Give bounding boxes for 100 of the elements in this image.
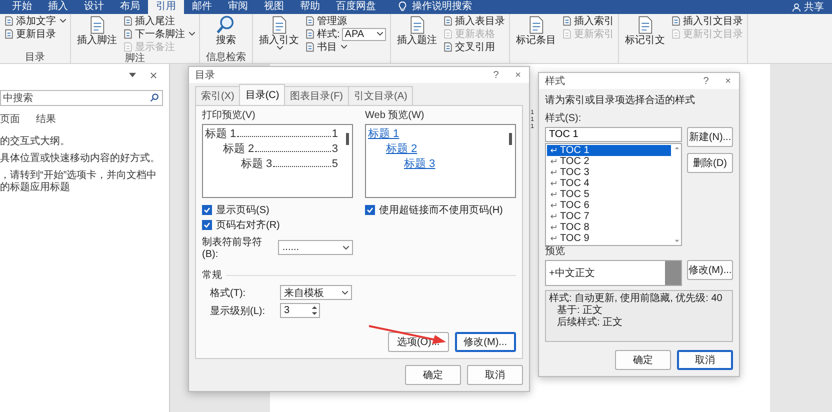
document-icon xyxy=(123,29,133,39)
style-list-item[interactable]: TOC 7 xyxy=(547,211,671,222)
help-button[interactable]: ? xyxy=(695,76,717,86)
dialog-button[interactable]: 取消 xyxy=(467,365,523,385)
preview-link[interactable]: 标题 2 xyxy=(386,142,418,157)
ribbon-button[interactable]: 下一条脚注 xyxy=(123,28,195,40)
dialog-button[interactable]: 新建(N)... xyxy=(687,127,733,147)
style-list-item[interactable]: TOC 3 xyxy=(547,167,671,178)
scrollbar-thumb[interactable] xyxy=(509,133,512,145)
ribbon-button[interactable]: 书目 xyxy=(305,41,386,53)
navigation-tab[interactable]: 结果 xyxy=(36,112,56,126)
style-list-item[interactable]: TOC 5 xyxy=(547,189,671,200)
dialog-title: 目录 xyxy=(195,69,216,82)
spin-up-icon[interactable] xyxy=(311,305,318,310)
close-icon[interactable] xyxy=(150,72,157,78)
caret-icon xyxy=(342,290,348,294)
preview-page-number: 5 xyxy=(332,157,338,172)
ribbon-button[interactable]: 管理源 xyxy=(305,15,386,27)
style-label: 样式: xyxy=(317,28,340,41)
instruction-text: 请为索引或目录项选择合适的样式 xyxy=(545,95,696,107)
preview-link[interactable]: 标题 1 xyxy=(368,127,400,142)
scroll-up-icon[interactable] xyxy=(674,146,680,150)
style-list-item[interactable]: TOC 1 xyxy=(547,145,671,156)
dialog-title: 样式 xyxy=(545,74,566,88)
levels-label: 显示级别(L): xyxy=(210,304,266,318)
dialog-button[interactable]: 确定 xyxy=(615,350,671,370)
format-select[interactable]: 来自模板 xyxy=(280,285,352,300)
dialog-button[interactable]: 确定 xyxy=(405,365,461,385)
return-arrow-icon xyxy=(550,159,557,164)
ribbon-button[interactable]: 搜索 xyxy=(204,15,248,46)
description-line: 后续样式: 正文 xyxy=(556,317,624,329)
navigation-hint-text: 具体位置或快速移动内容的好方式。 xyxy=(0,153,161,165)
scroll-down-icon[interactable] xyxy=(674,239,680,243)
preview-page-number: 3 xyxy=(332,142,338,157)
close-button[interactable]: × xyxy=(507,70,529,80)
modify-button[interactable]: 修改(M)... xyxy=(687,260,733,280)
return-arrow-icon xyxy=(550,225,557,230)
ribbon-button[interactable]: 添加文字 xyxy=(4,15,66,27)
preview-page-number: 1 xyxy=(332,127,338,142)
ribbon-tab[interactable]: 审阅 xyxy=(220,0,256,14)
help-button[interactable]: ? xyxy=(485,70,507,80)
dialog-tab[interactable]: 目录(C) xyxy=(239,84,286,105)
ribbon-button[interactable]: 插入题注 xyxy=(394,15,439,46)
style-list-item[interactable]: TOC 2 xyxy=(547,156,671,167)
style-list-item[interactable]: TOC 9 xyxy=(547,233,671,244)
ribbon-tab[interactable]: 布局 xyxy=(112,0,148,14)
checkbox[interactable] xyxy=(365,204,375,214)
ribbon-tab[interactable]: 设计 xyxy=(76,0,112,14)
web-preview-label: Web 预览(W) xyxy=(365,110,426,122)
document-icon xyxy=(305,42,315,52)
ribbon-button[interactable]: 插入表目录 xyxy=(442,15,505,27)
tell-me-search[interactable]: 操作说明搜索 xyxy=(412,0,472,14)
ribbon-button[interactable]: 插入索引 xyxy=(562,15,614,27)
ribbon-tab[interactable]: 视图 xyxy=(256,0,292,14)
checkbox[interactable] xyxy=(202,220,212,230)
ribbon-tab[interactable]: 帮助 xyxy=(292,0,328,14)
ribbon-button[interactable]: 更新目录 xyxy=(4,28,66,40)
ribbon-tab[interactable]: 邮件 xyxy=(184,0,220,14)
lightbulb-icon xyxy=(398,1,407,12)
scrollbar-thumb[interactable] xyxy=(346,133,349,145)
spin-down-icon[interactable] xyxy=(311,311,318,316)
document-icon xyxy=(305,29,315,39)
navigation-tab[interactable]: 页面 xyxy=(0,112,20,126)
style-name-field[interactable]: TOC 1 xyxy=(545,127,682,142)
dialog-button[interactable]: 修改(M)... xyxy=(454,332,516,352)
document-icon xyxy=(4,29,14,39)
ribbon-button[interactable]: 标记引文 xyxy=(622,15,667,46)
ribbon-button[interactable]: 插入尾注 xyxy=(123,15,195,27)
ribbon-tab[interactable]: 引用 xyxy=(148,0,184,14)
ribbon-button[interactable]: 插入引文目录 xyxy=(670,15,743,27)
ribbon-button[interactable]: 插入引文 xyxy=(257,15,301,50)
ribbon-button[interactable]: 标记条目 xyxy=(514,15,558,46)
preview-swatch xyxy=(665,261,681,285)
style-list-item[interactable]: TOC 6 xyxy=(547,200,671,211)
ribbon-tab[interactable]: 百度网盘 xyxy=(328,0,384,14)
share-button[interactable]: 共享 xyxy=(804,0,824,14)
return-arrow-icon xyxy=(550,192,557,197)
dialog-button[interactable]: 取消 xyxy=(677,350,733,370)
style-list-item[interactable]: TOC 4 xyxy=(547,178,671,189)
return-arrow-icon xyxy=(550,181,557,186)
preview-link[interactable]: 标题 3 xyxy=(404,157,436,172)
ribbon-button[interactable]: 交叉引用 xyxy=(442,41,505,53)
return-arrow-icon xyxy=(550,203,557,208)
search-field[interactable]: 中搜索 xyxy=(0,90,163,106)
dialog-button[interactable]: 删除(D) xyxy=(687,153,733,173)
ribbon-tab[interactable]: 开始 xyxy=(4,0,40,14)
leader-select[interactable]: ...... xyxy=(278,240,353,255)
checkbox[interactable] xyxy=(202,204,212,214)
ribbon-tab[interactable]: 插入 xyxy=(40,0,76,14)
style-list-item[interactable]: TOC 8 xyxy=(547,222,671,233)
caret-icon xyxy=(60,19,66,23)
close-button[interactable]: × xyxy=(717,76,739,86)
levels-spinner[interactable]: 3 xyxy=(280,303,320,318)
caret-icon xyxy=(277,46,283,50)
style-select[interactable]: APA xyxy=(342,28,386,40)
caret-icon[interactable] xyxy=(129,72,136,78)
search-icon[interactable] xyxy=(150,93,159,102)
section-title: 常规 xyxy=(202,268,222,282)
return-arrow-icon xyxy=(550,170,557,175)
ribbon-button[interactable]: 插入脚注 xyxy=(75,15,119,46)
